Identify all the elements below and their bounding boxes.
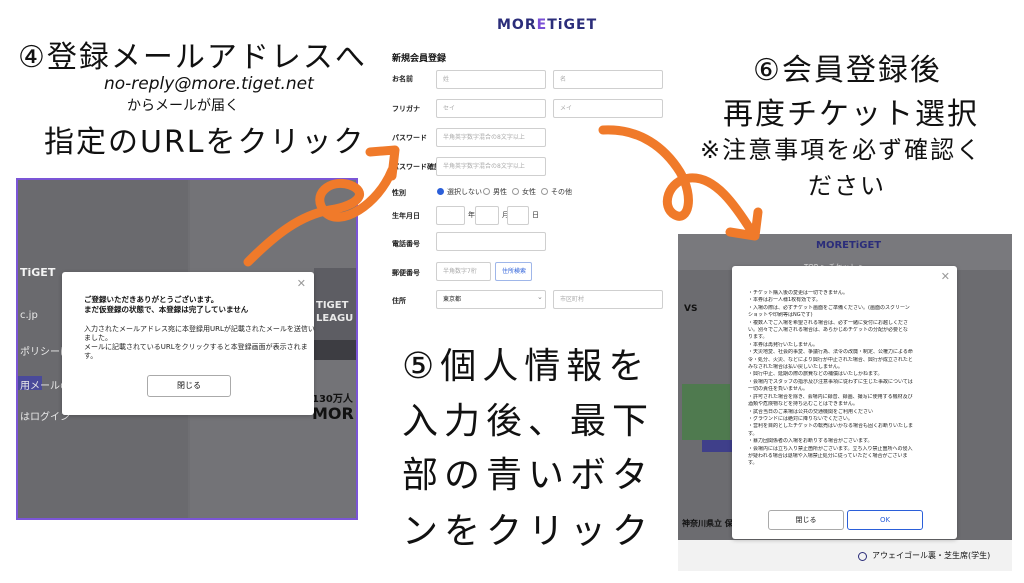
name-label: お名前 bbox=[392, 75, 413, 83]
modal-body: メールに記載されているURLをクリックすると本登録画面が表示されま bbox=[84, 343, 308, 351]
close-button[interactable]: 閉じる bbox=[768, 510, 844, 530]
notice-line: す。 bbox=[748, 460, 758, 467]
kana-label: フリガナ bbox=[392, 105, 420, 113]
address-label: 住所 bbox=[392, 297, 406, 305]
notice-line: ・天災地変、社会的事変、争議行為、法令の改廃・制定、公権力による命 bbox=[748, 349, 913, 356]
birth-label: 生年月日 bbox=[392, 212, 420, 220]
step6-line1: ⑥会員登録後 bbox=[753, 53, 942, 88]
chevron-down-icon: ⌄ bbox=[537, 293, 543, 301]
notice-line: ・チケット購入後の変更は一切できません。 bbox=[748, 290, 848, 296]
gender-option: 女性 bbox=[522, 188, 536, 196]
step4-email: no-reply@more.tiget.net bbox=[104, 74, 314, 94]
notice-line: ・暴力団関係者の入場をお断りする場合がございます。 bbox=[748, 438, 873, 445]
gender-label: 性別 bbox=[392, 189, 406, 197]
password-label: パスワード bbox=[392, 134, 427, 142]
gender-option: 選択しない bbox=[447, 188, 482, 196]
notice-line: ・営利を目的としたチケットの転売はいかなる場合も固くお断りいたしま bbox=[748, 423, 914, 430]
step5-line2: 入力後、最下 bbox=[402, 401, 655, 442]
page-title: 新規会員登録 bbox=[392, 54, 447, 64]
stadium-map bbox=[682, 384, 730, 440]
notice-line: 令・処分、火災、などにより興行が中止された場合、興行が成立されたと bbox=[748, 356, 913, 363]
notice-line: ・本券はお一人様1枚有効です。 bbox=[748, 297, 821, 304]
step6-line2: 再度チケット選択 bbox=[723, 97, 979, 132]
notice-line: ・会場内には立ち入り禁止箇所がございます。立ち入り禁止箇所への侵入 bbox=[748, 445, 913, 452]
notice-line: 一切の責任を負いません。 bbox=[748, 386, 808, 393]
notice-line: い。別々でご入場される場合は、あらかじめチケットの分配が必要とな bbox=[748, 327, 908, 334]
password-confirm-input[interactable]: 半角英字数字混合の8文字以上 bbox=[436, 157, 546, 176]
notice-line: ・会場内でスタッフの指示及び注意事項に従わずに生じた事故については bbox=[748, 378, 913, 385]
brand-logo: MORETiGET bbox=[497, 17, 598, 33]
modal-body: す。 bbox=[84, 352, 98, 360]
gender-option: 男性 bbox=[493, 188, 507, 196]
password-confirm-label: パスワード確認 bbox=[392, 163, 441, 171]
close-button[interactable]: 閉じる bbox=[147, 375, 231, 397]
provisional-registration-modal: ✕ ご登録いただきありがとうございます。 まだ仮登録の状態で、本登録は完了してい… bbox=[62, 272, 315, 415]
first-kana-input[interactable]: メイ bbox=[553, 99, 663, 118]
step4-sub: からメールが届く bbox=[127, 98, 239, 114]
birth-day-input[interactable] bbox=[507, 206, 529, 225]
promo-text: TIGET bbox=[316, 300, 349, 311]
zip-search-button[interactable]: 住所検索 bbox=[495, 262, 532, 281]
last-kana-input[interactable]: セイ bbox=[436, 99, 546, 118]
brand-logo: MORETiGET bbox=[816, 240, 882, 251]
prefecture-select[interactable]: 東京都 bbox=[436, 290, 546, 309]
seat-option-label: アウェイゴール裏・芝生席(学生) bbox=[872, 551, 991, 560]
step5-line1: ⑤個人情報を bbox=[402, 346, 651, 387]
zip-label: 郵便番号 bbox=[392, 269, 420, 277]
modal-status: まだ仮登録の状態で、本登録は完了していません bbox=[84, 305, 249, 314]
notice-line: ・許可された場合を除き、会場内に録音、録画、撮写に使用する機材及び bbox=[748, 393, 913, 400]
seat-bar bbox=[702, 440, 736, 452]
step5-line3: 部の青いボタ bbox=[402, 455, 655, 496]
notice-line: ります。 bbox=[748, 334, 768, 341]
notice-line: ・興行中止、延期の際の旅費などの補償はいたしかねます。 bbox=[748, 371, 883, 378]
first-name-input[interactable]: 名 bbox=[553, 70, 663, 89]
gender-radio-other[interactable] bbox=[541, 188, 548, 195]
close-icon[interactable]: ✕ bbox=[297, 277, 306, 290]
notice-line: ショットや印刷等はNGです) bbox=[748, 312, 813, 319]
modal-body: 入力されたメールアドレス宛に本登録用URLが記載されたメールを送信い bbox=[84, 325, 315, 333]
zip-input[interactable]: 半角数字7桁 bbox=[436, 262, 491, 281]
phone-input[interactable] bbox=[436, 232, 546, 251]
phone-label: 電話番号 bbox=[392, 240, 420, 248]
promo-text: MOR bbox=[312, 404, 354, 423]
site-logo: TiGET bbox=[20, 266, 56, 279]
birth-month-input[interactable] bbox=[475, 206, 499, 225]
notice-list: ・チケット購入後の変更は一切できません。 ・本券はお一人様1枚有効です。 ・入場… bbox=[748, 290, 948, 468]
step4-action: 指定のURLをクリック bbox=[44, 125, 366, 160]
close-icon[interactable]: ✕ bbox=[941, 270, 950, 283]
vs-label: VS bbox=[684, 304, 698, 314]
promo-text: 130万人 bbox=[312, 394, 353, 405]
gender-radio-female[interactable] bbox=[512, 188, 519, 195]
notice-line: ・試合当日のご来場は公共の交通機関をご利用ください bbox=[748, 408, 874, 415]
step6-line3: ※注意事項を必ず確認く bbox=[700, 136, 983, 164]
notice-line: 酒類や危険物などを持ち込むことはできません。 bbox=[748, 401, 858, 408]
step4-title: ④登録メールアドレスへ bbox=[18, 40, 367, 75]
notice-line: す。 bbox=[748, 430, 758, 437]
password-input[interactable]: 半角英字数字混合の8文字以上 bbox=[436, 128, 546, 147]
notice-line: ・本券は再発行いたしません。 bbox=[748, 341, 818, 348]
ok-button[interactable]: OK bbox=[847, 510, 923, 530]
city-input[interactable]: 市区町村 bbox=[553, 290, 663, 309]
promo-card-dark bbox=[314, 340, 356, 360]
step5-line4: ンをクリック bbox=[402, 511, 655, 552]
notice-modal: ✕ ・チケット購入後の変更は一切できません。 ・本券はお一人様1枚有効です。 ・… bbox=[732, 266, 957, 539]
notice-line: ・複数人でご入場を希望される場合は、必ず一緒に受付にお越しくださ bbox=[748, 319, 909, 326]
gender-option: その他 bbox=[551, 188, 572, 196]
step6-line4: ださい bbox=[808, 172, 886, 200]
seat-radio[interactable] bbox=[858, 552, 867, 561]
gender-radio-none[interactable] bbox=[437, 188, 444, 195]
notice-line: ・グラウンドには絶対に降りないでください。 bbox=[748, 415, 853, 422]
birth-year-input[interactable] bbox=[436, 206, 465, 225]
notice-line: ・入場の際は、必ずチケット画面をご準備ください。(画面のスクリーン bbox=[748, 304, 910, 311]
promo-text: LEAGU bbox=[316, 313, 354, 324]
last-name-input[interactable]: 姓 bbox=[436, 70, 546, 89]
notice-line: みなされた場合は払い戻しいたしません。 bbox=[748, 364, 843, 371]
year-label: 年 bbox=[468, 211, 475, 219]
notice-line: が疑われる場合は退場や入場禁止処分に従っていただく場合がございま bbox=[748, 452, 908, 459]
arrow-to-ticket-head bbox=[725, 207, 763, 241]
side-item: c.jp bbox=[20, 310, 38, 321]
gender-radio-male[interactable] bbox=[483, 188, 490, 195]
day-label: 日 bbox=[532, 211, 539, 219]
